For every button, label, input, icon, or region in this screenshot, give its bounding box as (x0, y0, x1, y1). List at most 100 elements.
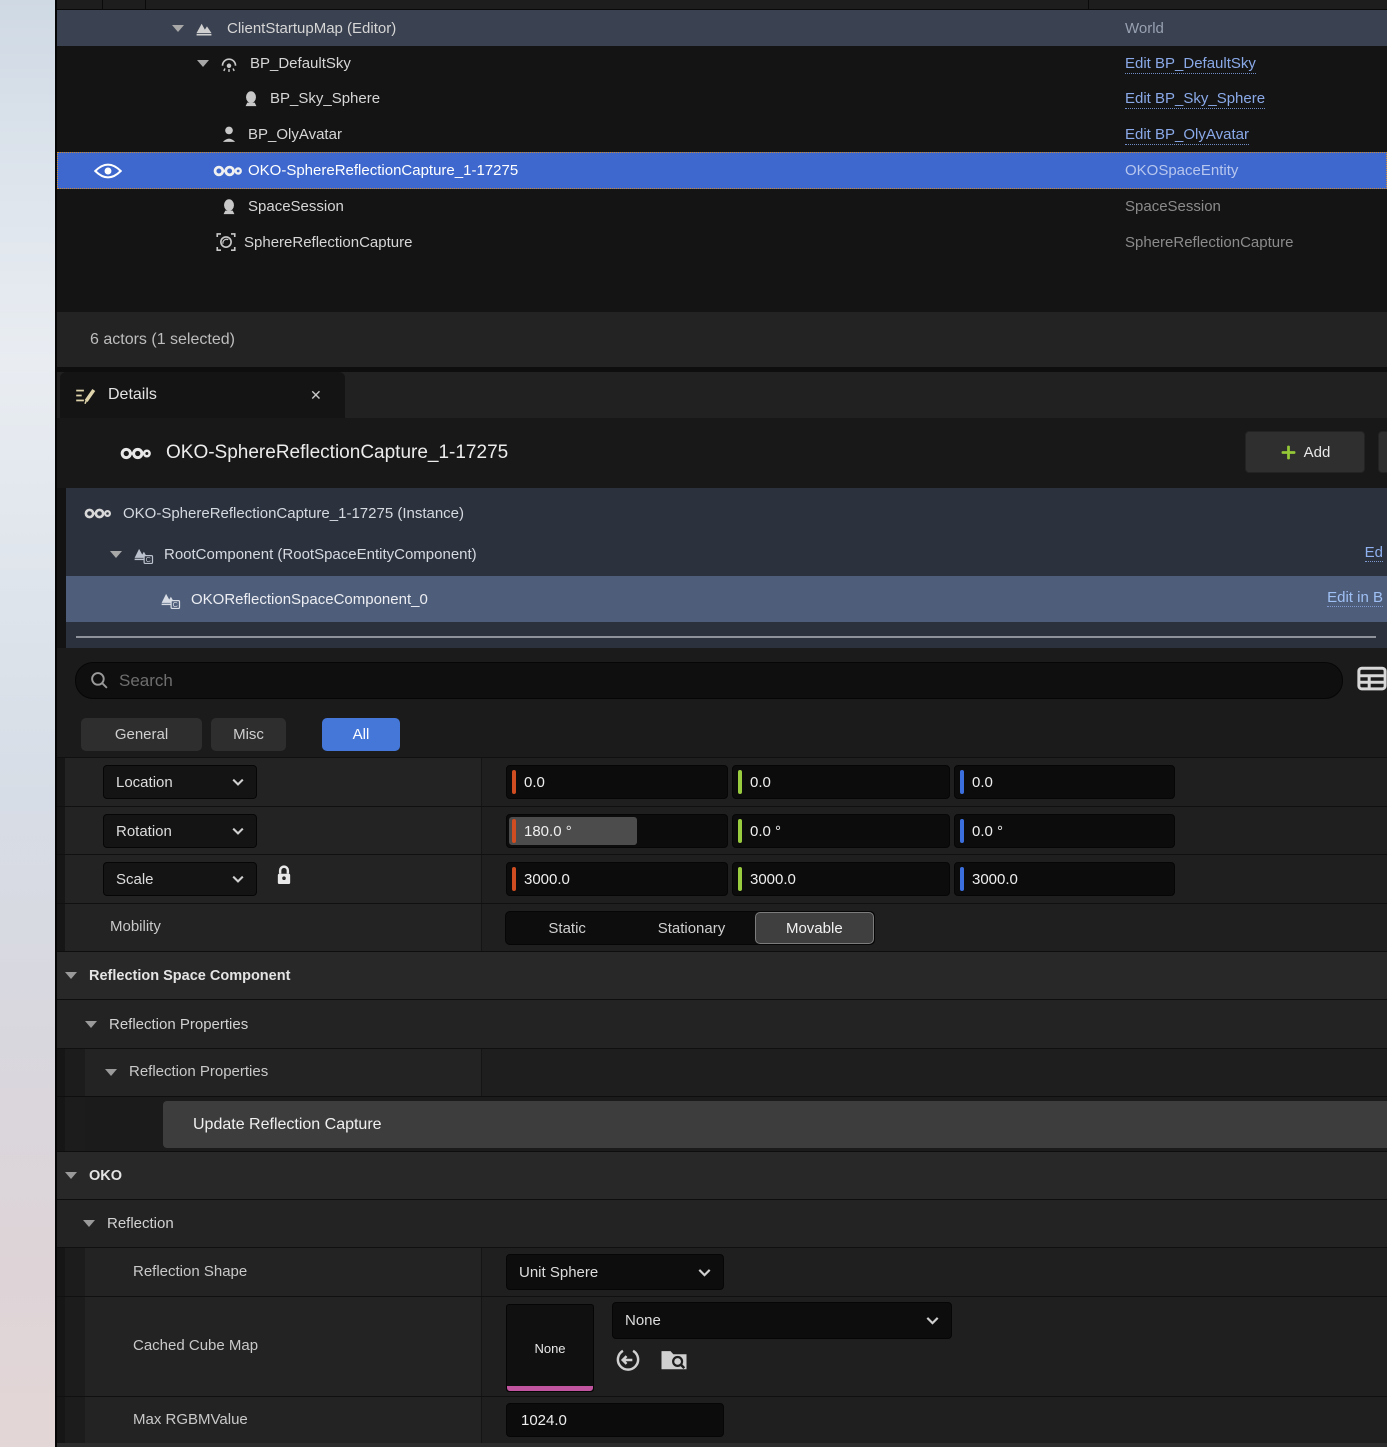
desktop-wallpaper (0, 0, 57, 1447)
expander-arrow-icon[interactable] (197, 60, 209, 67)
rotation-z-field[interactable]: 0.0 ° (954, 814, 1175, 848)
edit-in-cpp-link[interactable]: Ed (1365, 544, 1383, 562)
search-input[interactable] (119, 671, 1219, 691)
rotation-dropdown[interactable]: Rotation (103, 814, 257, 848)
reflection-shape-dropdown[interactable]: Unit Sphere (506, 1254, 724, 1290)
outliner-row-bp-defaultsky[interactable]: BP_DefaultSky Edit BP_DefaultSky (57, 46, 1387, 81)
actor-count-status-bar: 6 actors (1 selected) (57, 312, 1387, 367)
outliner-row-clientstartupmap[interactable]: ClientStartupMap (Editor) World (57, 10, 1387, 46)
actor-label[interactable]: SpaceSession (248, 198, 344, 215)
expander-arrow-icon[interactable] (65, 1172, 77, 1179)
location-x-field[interactable]: 0.0 (506, 765, 728, 799)
texture-type-color-bar (507, 1386, 593, 1391)
chevron-down-icon (926, 1316, 939, 1325)
expander-arrow-icon[interactable] (110, 551, 122, 558)
expander-arrow-icon[interactable] (105, 1069, 117, 1076)
outliner-row-oko-spherereflectioncapture[interactable]: OKO-SphereReflectionCapture_1-17275 OKOS… (57, 152, 1387, 189)
section-oko[interactable]: OKO (57, 1151, 1387, 1199)
actor-label[interactable]: ClientStartupMap (Editor) (227, 20, 396, 37)
lock-scale-icon[interactable] (275, 864, 293, 886)
sky-icon (219, 55, 239, 73)
reflection-shape-label: Reflection Shape (133, 1263, 247, 1280)
actor-label[interactable]: BP_Sky_Sphere (270, 90, 380, 107)
eye-visibility-icon[interactable] (93, 162, 123, 180)
component-icon: C (159, 590, 181, 609)
outliner-row-bp-sky-sphere[interactable]: BP_Sky_Sphere Edit BP_Sky_Sphere (57, 81, 1387, 116)
actor-label[interactable]: BP_DefaultSky (250, 55, 351, 72)
mobility-movable-option[interactable]: Movable (755, 912, 874, 944)
browse-to-asset-icon[interactable] (660, 1347, 688, 1372)
expander-arrow-icon[interactable] (172, 25, 184, 32)
filter-all-button[interactable]: All (322, 718, 400, 751)
details-search-row (57, 648, 1387, 712)
next-row-strip (57, 1443, 1387, 1447)
close-tab-icon[interactable]: ✕ (310, 387, 322, 404)
component-label[interactable]: OKO-SphereReflectionCapture_1-17275 (Ins… (123, 505, 464, 522)
cached-cube-map-label: Cached Cube Map (133, 1337, 258, 1354)
column-divider (145, 0, 146, 10)
search-box[interactable] (75, 662, 1343, 699)
component-row-rootcomponent[interactable]: C RootComponent (RootSpaceEntityComponen… (66, 534, 1387, 574)
update-reflection-capture-button[interactable]: Update Reflection Capture (163, 1101, 1387, 1148)
svg-text:C: C (173, 599, 178, 608)
actor-type: SpaceSession (1125, 198, 1221, 215)
outliner-row-spacesession[interactable]: SpaceSession SpaceSession (57, 189, 1387, 224)
clipped-toolbar-button[interactable] (1378, 431, 1387, 473)
mobility-row: Mobility Static Stationary Movable (57, 903, 1387, 951)
component-label[interactable]: OKOReflectionSpaceComponent_0 (191, 591, 428, 608)
rotation-x-field[interactable]: 180.0 ° (506, 814, 728, 848)
cube-map-asset-dropdown[interactable]: None (612, 1302, 952, 1339)
location-z-field[interactable]: 0.0 (954, 765, 1175, 799)
add-button-label: Add (1304, 444, 1331, 461)
filter-misc-button[interactable]: Misc (211, 718, 286, 751)
section-reflection-properties[interactable]: Reflection Properties (57, 999, 1387, 1048)
component-row-instance-root[interactable]: OKO-SphereReflectionCapture_1-17275 (Ins… (66, 494, 1387, 532)
plus-icon (1280, 444, 1297, 461)
actor-label[interactable]: BP_OlyAvatar (248, 126, 342, 143)
svg-text:C: C (146, 554, 151, 563)
outliner-row-spherereflectioncapture[interactable]: SphereReflectionCapture SphereReflection… (57, 224, 1387, 260)
component-label[interactable]: RootComponent (RootSpaceEntityComponent) (164, 546, 477, 563)
scale-z-field[interactable]: 3000.0 (954, 862, 1175, 896)
outliner-column-header (57, 0, 1387, 10)
actor-label[interactable]: OKO-SphereReflectionCapture_1-17275 (248, 162, 518, 179)
mobility-stationary-option[interactable]: Stationary (628, 912, 754, 944)
tab-details[interactable]: Details ✕ (60, 372, 345, 418)
actor-edit-link[interactable]: Edit BP_Sky_Sphere (1125, 90, 1265, 107)
max-rgbm-field[interactable]: 1024.0 (506, 1403, 724, 1437)
scale-y-field[interactable]: 3000.0 (732, 862, 950, 896)
divider (76, 636, 1376, 638)
chevron-down-icon (232, 778, 244, 786)
scale-x-field[interactable]: 3000.0 (506, 862, 728, 896)
chain-link-icon (120, 445, 152, 462)
edit-in-blueprint-link[interactable]: Edit in B (1327, 589, 1383, 607)
use-selected-asset-icon[interactable] (615, 1347, 641, 1373)
component-row-okoreflectionspacecomponent[interactable]: C OKOReflectionSpaceComponent_0 Edit in … (66, 576, 1387, 622)
search-icon (90, 671, 109, 690)
actor-count-text: 6 actors (1 selected) (90, 331, 235, 349)
scale-dropdown[interactable]: Scale (103, 862, 257, 896)
expander-arrow-icon[interactable] (65, 972, 77, 979)
section-reflection-space-component[interactable]: Reflection Space Component (57, 951, 1387, 999)
outliner-row-bp-olyavatar[interactable]: BP_OlyAvatar Edit BP_OlyAvatar (57, 116, 1387, 152)
pawn-icon (220, 125, 238, 143)
rotation-row: Rotation 180.0 ° 0.0 ° 0.0 ° (57, 806, 1387, 854)
expander-arrow-icon[interactable] (85, 1021, 97, 1028)
add-component-button[interactable]: Add (1245, 431, 1365, 473)
actor-edit-link[interactable]: Edit BP_DefaultSky (1125, 55, 1256, 72)
mobility-label: Mobility (110, 918, 161, 935)
location-y-field[interactable]: 0.0 (732, 765, 950, 799)
section-reflection-properties-inner[interactable]: Reflection Properties (57, 1048, 1387, 1096)
cube-map-thumbnail[interactable]: None (506, 1304, 594, 1392)
view-options-icon[interactable] (1357, 665, 1387, 692)
filter-general-button[interactable]: General (81, 718, 202, 751)
actor-label[interactable]: SphereReflectionCapture (244, 234, 412, 251)
section-reflection[interactable]: Reflection (57, 1199, 1387, 1247)
location-dropdown[interactable]: Location (103, 765, 257, 799)
mobility-static-option[interactable]: Static (506, 912, 628, 944)
rotation-y-field[interactable]: 0.0 ° (732, 814, 950, 848)
reflection-shape-row: Reflection Shape Unit Sphere (57, 1247, 1387, 1296)
expander-arrow-icon[interactable] (83, 1220, 95, 1227)
actor-edit-link[interactable]: Edit BP_OlyAvatar (1125, 126, 1249, 143)
tab-label: Details (108, 386, 157, 404)
